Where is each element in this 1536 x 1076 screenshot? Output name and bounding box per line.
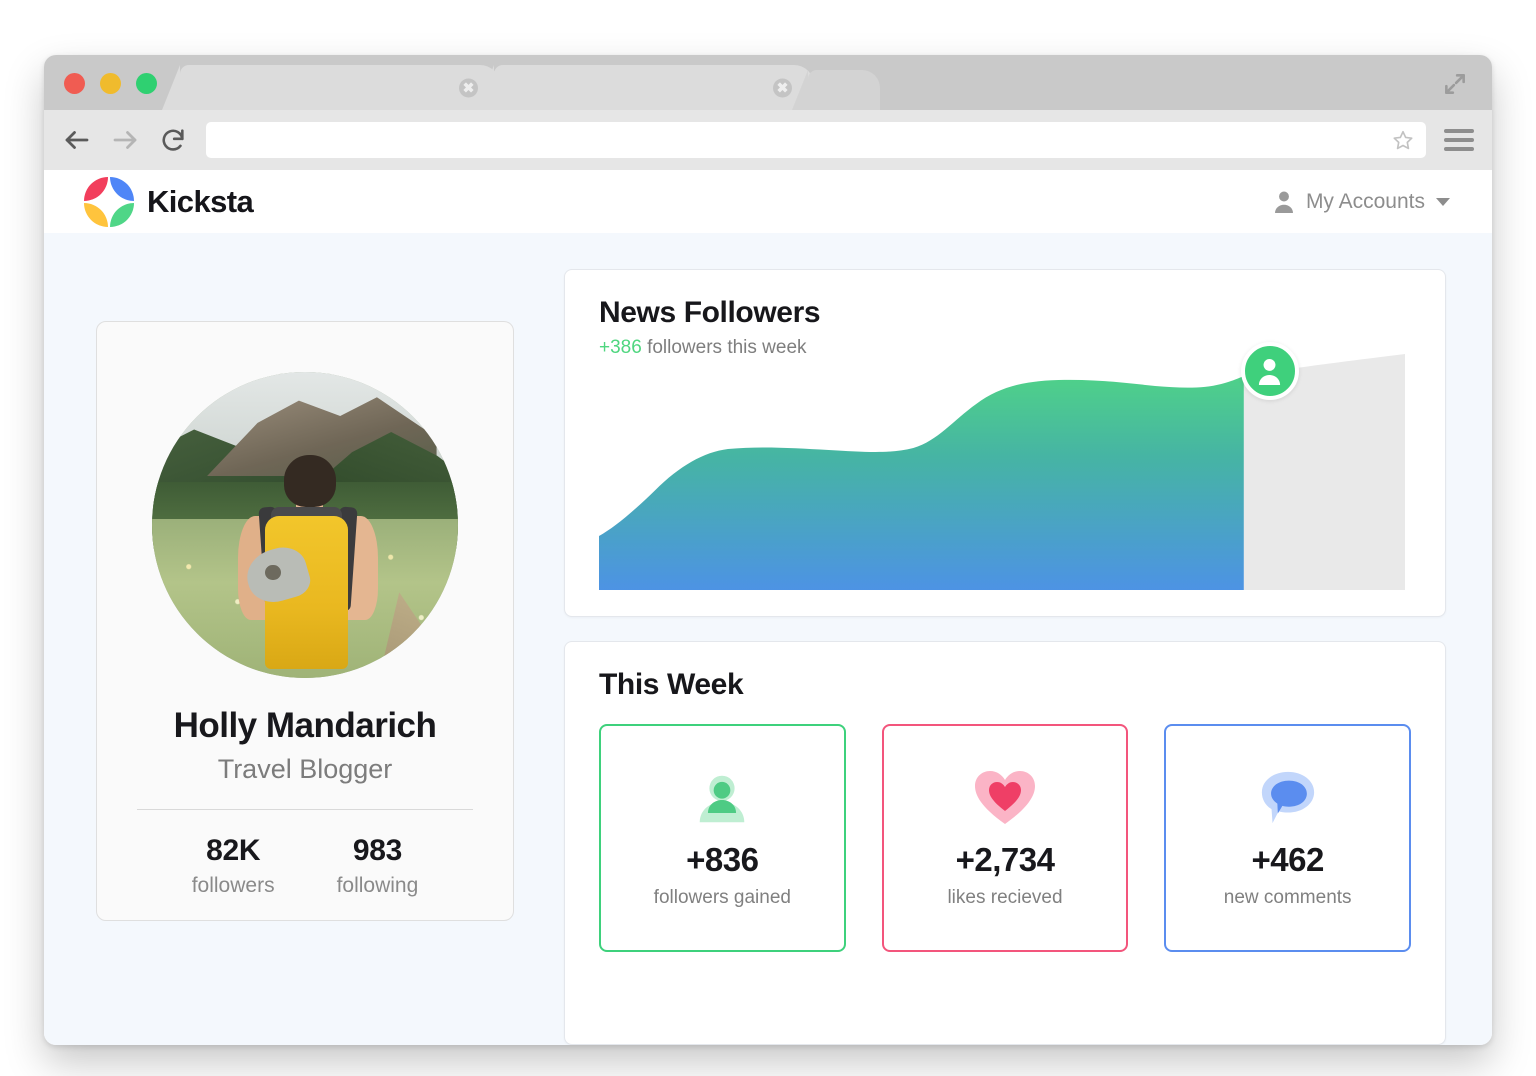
app-header: Kicksta My Accounts [44, 170, 1492, 233]
star-icon[interactable] [1392, 129, 1414, 151]
person-icon [1273, 190, 1295, 214]
metric-likes-recieved[interactable]: +2,734 likes recieved [882, 724, 1129, 952]
profile-role: Travel Blogger [218, 754, 393, 785]
profile-divider [137, 809, 473, 810]
account-menu-button[interactable]: My Accounts [1273, 190, 1450, 214]
profile-name: Holly Mandarich [174, 706, 437, 746]
metric-value: +462 [1252, 841, 1324, 879]
metrics-row: +836 followers gained +2,734 [599, 724, 1411, 952]
news-followers-card: News Followers +386 followers this week [564, 269, 1446, 617]
browser-tab-partial[interactable] [808, 70, 880, 110]
person-marker-icon[interactable] [1241, 342, 1299, 400]
chevron-down-icon [1436, 198, 1450, 206]
heart-icon [973, 767, 1037, 829]
browser-toolbar [44, 110, 1492, 170]
address-bar[interactable] [206, 122, 1426, 158]
expand-arrows-icon[interactable] [1442, 71, 1468, 97]
arrow-right-icon[interactable] [110, 125, 140, 155]
window-traffic-lights [64, 73, 157, 94]
stat-following: 983 following [337, 834, 419, 898]
this-week-card: This Week +836 [564, 641, 1446, 1045]
person-icon [691, 767, 753, 829]
kicksta-pinwheel-logo [84, 177, 134, 227]
close-window-button[interactable] [64, 73, 85, 94]
metric-followers-gained[interactable]: +836 followers gained [599, 724, 846, 952]
close-icon[interactable]: ✖ [773, 78, 792, 97]
reload-icon[interactable] [158, 125, 188, 155]
profile-stats: 82K followers 983 following [131, 834, 479, 898]
this-week-title: This Week [599, 668, 1411, 702]
browser-tab-strip: ✖ ✖ [180, 55, 874, 110]
brand[interactable]: Kicksta [84, 177, 253, 227]
followers-area-chart [599, 340, 1405, 590]
arrow-left-icon[interactable] [62, 125, 92, 155]
app-body: Holly Mandarich Travel Blogger 82K follo… [44, 233, 1492, 1045]
stat-label: followers [192, 874, 275, 898]
chart-area-series [599, 376, 1244, 590]
stat-value: 983 [353, 834, 402, 868]
metric-value: +836 [686, 841, 758, 879]
avatar [152, 372, 458, 678]
account-menu-label: My Accounts [1306, 190, 1425, 214]
page-title: News Followers [565, 296, 1445, 330]
metric-label: new comments [1224, 887, 1352, 909]
browser-title-bar: ✖ ✖ [44, 55, 1492, 110]
stat-label: following [337, 874, 419, 898]
stat-value: 82K [206, 834, 260, 868]
comment-icon [1257, 767, 1319, 829]
dashboard-column: News Followers +386 followers this week [564, 261, 1446, 1045]
metric-label: likes recieved [947, 887, 1062, 909]
zoom-window-button[interactable] [136, 73, 157, 94]
metric-value: +2,734 [956, 841, 1055, 879]
profile-card: Holly Mandarich Travel Blogger 82K follo… [96, 321, 514, 921]
minimize-window-button[interactable] [100, 73, 121, 94]
screenshot-root: ✖ ✖ [0, 0, 1536, 1076]
metric-new-comments[interactable]: +462 new comments [1164, 724, 1411, 952]
browser-window: ✖ ✖ [44, 55, 1492, 1045]
browser-tab[interactable]: ✖ [494, 65, 814, 110]
hamburger-menu-icon[interactable] [1444, 129, 1474, 151]
brand-name: Kicksta [147, 184, 253, 220]
metric-label: followers gained [654, 887, 791, 909]
stat-followers: 82K followers [192, 834, 275, 898]
browser-tab[interactable]: ✖ [180, 65, 500, 110]
